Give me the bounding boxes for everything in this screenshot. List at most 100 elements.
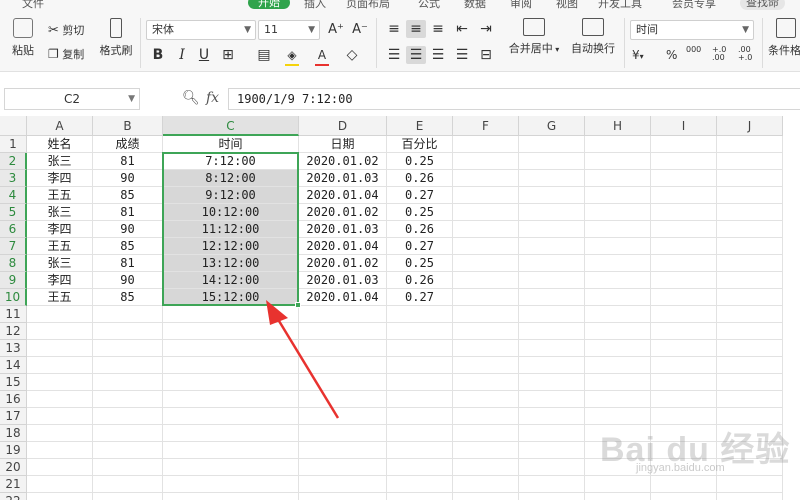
row-header-18[interactable]: 18 [0,425,27,442]
font-size-select[interactable]: 11 ▼ [258,20,320,40]
cell-c1[interactable]: 时间 [163,136,299,153]
menu-tab-data[interactable]: 数据 [464,0,486,11]
cell-c2[interactable]: 7:12:00 [163,153,299,170]
cell-f7[interactable] [453,238,519,255]
cell-a7[interactable]: 王五 [27,238,93,255]
cell-h22[interactable] [585,493,651,500]
row-header-15[interactable]: 15 [0,374,27,391]
cell-a20[interactable] [27,459,93,476]
cell-c16[interactable] [163,391,299,408]
cell-b14[interactable] [93,357,163,374]
cell-g12[interactable] [519,323,585,340]
cell-b18[interactable] [93,425,163,442]
cell-b12[interactable] [93,323,163,340]
cell-b1[interactable]: 成绩 [93,136,163,153]
cell-g16[interactable] [519,391,585,408]
cell-b7[interactable]: 85 [93,238,163,255]
menu-tab-view[interactable]: 视图 [556,0,578,11]
cell-h9[interactable] [585,272,651,289]
cell-f11[interactable] [453,306,519,323]
cell-f22[interactable] [453,493,519,500]
format-painter-button[interactable]: 格式刷 [96,18,136,58]
cell-f19[interactable] [453,442,519,459]
search-command-box[interactable]: 查找命 [740,0,785,10]
increase-decimal-button[interactable]: +.0 .00 [712,46,734,62]
align-middle-button[interactable]: ≡ [406,20,426,38]
cell-a2[interactable]: 张三 [27,153,93,170]
cell-d14[interactable] [299,357,387,374]
cell-c4[interactable]: 9:12:00 [163,187,299,204]
cell-g4[interactable] [519,187,585,204]
cell-c9[interactable]: 14:12:00 [163,272,299,289]
cell-c17[interactable] [163,408,299,425]
cell-g10[interactable] [519,289,585,306]
cell-h21[interactable] [585,476,651,493]
row-header-4[interactable]: 4 [0,187,27,204]
copy-button[interactable]: ❐ 复制 [48,46,84,62]
column-header-c[interactable]: C [163,116,299,136]
column-header-b[interactable]: B [93,116,163,136]
cell-d9[interactable]: 2020.01.03 [299,272,387,289]
cell-j7[interactable] [717,238,783,255]
justify-button[interactable]: ☰ [452,46,472,64]
cell-e17[interactable] [387,408,453,425]
cell-h13[interactable] [585,340,651,357]
row-header-14[interactable]: 14 [0,357,27,374]
cell-j8[interactable] [717,255,783,272]
cell-f13[interactable] [453,340,519,357]
row-header-2[interactable]: 2 [0,153,27,170]
cell-b19[interactable] [93,442,163,459]
column-header-d[interactable]: D [299,116,387,136]
cell-b10[interactable]: 85 [93,289,163,306]
cell-j15[interactable] [717,374,783,391]
cell-e11[interactable] [387,306,453,323]
cell-e2[interactable]: 0.25 [387,153,453,170]
cell-h11[interactable] [585,306,651,323]
cell-g6[interactable] [519,221,585,238]
cell-c12[interactable] [163,323,299,340]
row-header-10[interactable]: 10 [0,289,27,306]
cell-h7[interactable] [585,238,651,255]
cell-e4[interactable]: 0.27 [387,187,453,204]
row-header-16[interactable]: 16 [0,391,27,408]
border-button[interactable]: ⊞ [218,46,238,64]
cell-d8[interactable]: 2020.01.02 [299,255,387,272]
cell-c20[interactable] [163,459,299,476]
cell-f8[interactable] [453,255,519,272]
cell-a12[interactable] [27,323,93,340]
cell-b17[interactable] [93,408,163,425]
cell-h1[interactable] [585,136,651,153]
cell-g22[interactable] [519,493,585,500]
cell-i4[interactable] [651,187,717,204]
cell-g19[interactable] [519,442,585,459]
cell-a16[interactable] [27,391,93,408]
cell-g15[interactable] [519,374,585,391]
cell-b2[interactable]: 81 [93,153,163,170]
cell-b6[interactable]: 90 [93,221,163,238]
cell-e5[interactable]: 0.25 [387,204,453,221]
menu-tab-page-layout[interactable]: 页面布局 [346,0,390,11]
cell-c15[interactable] [163,374,299,391]
row-header-13[interactable]: 13 [0,340,27,357]
cell-i21[interactable] [651,476,717,493]
cell-e1[interactable]: 百分比 [387,136,453,153]
row-header-12[interactable]: 12 [0,323,27,340]
cell-j2[interactable] [717,153,783,170]
cell-i16[interactable] [651,391,717,408]
fx-icon[interactable]: fx [206,90,219,106]
cell-i6[interactable] [651,221,717,238]
cell-b3[interactable]: 90 [93,170,163,187]
cell-i2[interactable] [651,153,717,170]
cell-b21[interactable] [93,476,163,493]
cell-d3[interactable]: 2020.01.03 [299,170,387,187]
row-header-3[interactable]: 3 [0,170,27,187]
cell-j14[interactable] [717,357,783,374]
cell-b13[interactable] [93,340,163,357]
cell-e10[interactable]: 0.27 [387,289,453,306]
cell-f10[interactable] [453,289,519,306]
cell-a22[interactable] [27,493,93,500]
cell-i9[interactable] [651,272,717,289]
cell-e8[interactable]: 0.25 [387,255,453,272]
row-header-11[interactable]: 11 [0,306,27,323]
cell-j1[interactable] [717,136,783,153]
